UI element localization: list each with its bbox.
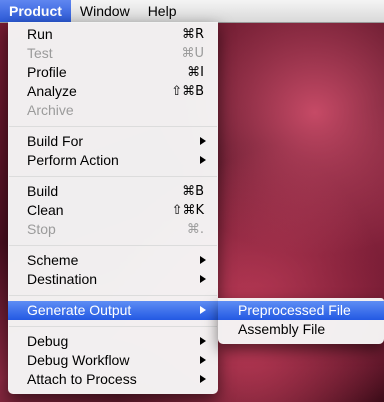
menu-item-label: Generate Output — [27, 302, 132, 318]
menu-item-run[interactable]: Run ⌘R — [8, 25, 218, 44]
menu-item-shortcut: ⇧⌘K — [171, 203, 204, 218]
menu-item-shortcut: ⌘U — [181, 46, 204, 61]
menu-item-label: Perform Action — [27, 152, 119, 168]
menu-item-label: Profile — [27, 64, 67, 80]
submenu-arrow-icon — [200, 275, 206, 283]
menu-separator — [9, 245, 217, 246]
menu-item-clean[interactable]: Clean ⇧⌘K — [8, 201, 218, 220]
menu-item-label: Attach to Process — [27, 371, 137, 387]
menu-separator — [9, 326, 217, 327]
menu-item-analyze[interactable]: Analyze ⇧⌘B — [8, 82, 218, 101]
generate-output-submenu: Preprocessed File Assembly File — [218, 298, 384, 344]
menu-item-build[interactable]: Build ⌘B — [8, 182, 218, 201]
submenu-arrow-icon — [200, 356, 206, 364]
menubar-window[interactable]: Window — [71, 0, 139, 22]
menu-item-shortcut: ⇧⌘B — [171, 84, 204, 99]
menu-separator — [9, 295, 217, 296]
menu-item-label: Scheme — [27, 252, 79, 268]
menu-item-label: Test — [27, 45, 53, 61]
menu-item-shortcut: ⌘I — [187, 65, 204, 80]
menu-item-label: Clean — [27, 202, 64, 218]
menu-item-shortcut: ⌘R — [181, 27, 204, 42]
menu-item-label: Archive — [27, 102, 74, 118]
menu-item-debug[interactable]: Debug — [8, 332, 218, 351]
menu-item-build-for[interactable]: Build For — [8, 132, 218, 151]
menu-item-label: Analyze — [27, 83, 77, 99]
menu-item-label: Debug — [27, 333, 69, 349]
product-menu: Run ⌘R Test ⌘U Profile ⌘I Analyze ⇧⌘B Ar… — [8, 22, 218, 394]
menu-item-label: Stop — [27, 221, 56, 237]
menu-item-stop: Stop ⌘. — [8, 220, 218, 239]
menu-item-generate-output[interactable]: Generate Output — [8, 301, 218, 320]
menu-item-label: Build For — [27, 133, 84, 149]
menu-item-label: Run — [27, 26, 53, 42]
menu-item-test: Test ⌘U — [8, 44, 218, 63]
menu-item-label: Debug Workflow — [27, 352, 130, 368]
submenu-arrow-icon — [200, 256, 206, 264]
menu-item-destination[interactable]: Destination — [8, 270, 218, 289]
submenu-item-label: Preprocessed File — [238, 302, 351, 318]
menu-item-scheme[interactable]: Scheme — [8, 251, 218, 270]
menu-item-perform-action[interactable]: Perform Action — [8, 151, 218, 170]
menu-bar: Product Window Help — [0, 0, 384, 23]
menu-item-shortcut: ⌘. — [186, 222, 204, 237]
menubar-help[interactable]: Help — [139, 0, 186, 22]
submenu-arrow-icon — [200, 375, 206, 383]
submenu-item-label: Assembly File — [238, 321, 326, 337]
menubar-product[interactable]: Product — [0, 0, 71, 22]
submenu-item-assembly-file[interactable]: Assembly File — [218, 320, 384, 339]
menu-separator — [9, 126, 217, 127]
menu-item-profile[interactable]: Profile ⌘I — [8, 63, 218, 82]
menu-item-label: Build — [27, 183, 59, 199]
menu-item-attach-to-process[interactable]: Attach to Process — [8, 370, 218, 389]
submenu-arrow-icon — [200, 137, 206, 145]
menu-item-debug-workflow[interactable]: Debug Workflow — [8, 351, 218, 370]
submenu-arrow-icon — [200, 337, 206, 345]
submenu-arrow-icon — [200, 156, 206, 164]
submenu-arrow-icon — [200, 306, 206, 314]
menu-item-shortcut: ⌘B — [182, 184, 204, 199]
submenu-item-preprocessed-file[interactable]: Preprocessed File — [218, 301, 384, 320]
menu-item-label: Destination — [27, 271, 98, 287]
menu-separator — [9, 176, 217, 177]
menu-item-archive: Archive — [8, 101, 218, 120]
